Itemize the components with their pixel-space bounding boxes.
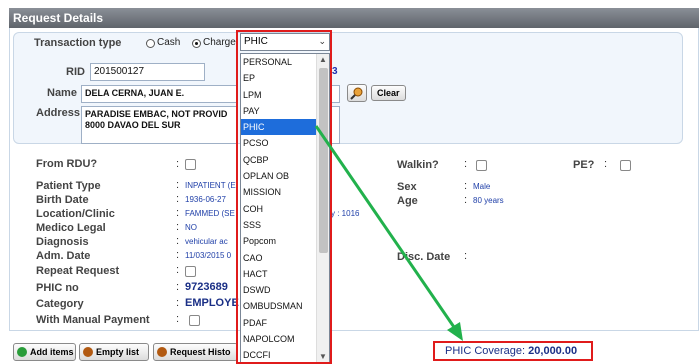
annotation-arrow xyxy=(314,125,463,341)
